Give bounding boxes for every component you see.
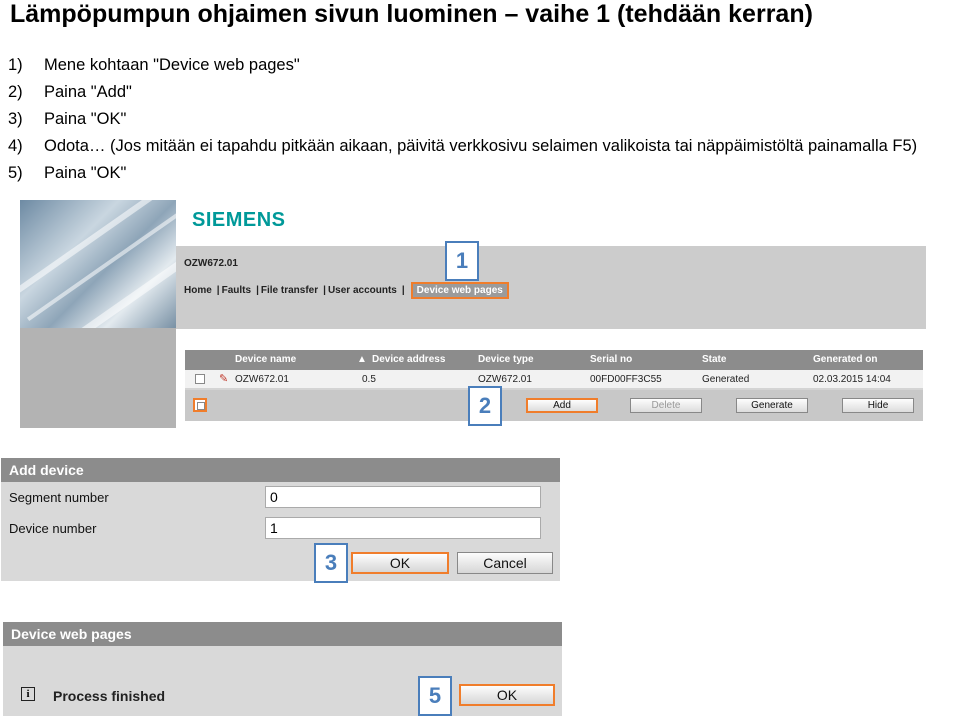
col-device-name[interactable]: Device name xyxy=(235,354,296,365)
nav-separator: | xyxy=(216,285,220,296)
step-item: 4) Odota… (Jos mitään ei tapahdu pitkään … xyxy=(8,133,917,160)
hide-button[interactable]: Hide xyxy=(842,398,914,413)
ok-button[interactable]: OK xyxy=(351,552,449,574)
callout-3: 3 xyxy=(314,543,348,583)
col-device-address[interactable]: Device address xyxy=(372,354,445,365)
header-photo xyxy=(20,200,176,328)
step-item: 2) Paina "Add" xyxy=(8,79,917,106)
nav-home[interactable]: Home xyxy=(184,285,215,299)
device-number-input[interactable] xyxy=(265,517,541,539)
step-text: Paina "Add" xyxy=(44,83,132,101)
panel-title: Device web pages xyxy=(3,622,562,646)
table-toolbar: Add Delete Generate Hide xyxy=(185,390,923,421)
nav-file-transfer[interactable]: File transfer xyxy=(261,285,321,299)
nav-separator: | xyxy=(401,285,405,296)
step-item: 3) Paina "OK" xyxy=(8,106,917,133)
step-number: 1) xyxy=(8,56,23,74)
callout-5: 5 xyxy=(418,676,452,716)
col-generated-on[interactable]: Generated on xyxy=(813,354,877,365)
device-number-label: Device number xyxy=(9,521,97,536)
step-number: 5) xyxy=(8,164,23,182)
generate-button[interactable]: Generate xyxy=(736,398,808,413)
status-message: Process finished xyxy=(53,688,166,704)
cell-serial-no: 00FD00FF3C55 xyxy=(590,374,662,385)
device-title: OZW672.01 xyxy=(184,258,238,269)
nav-faults[interactable]: Faults xyxy=(222,285,254,299)
nav-separator: | xyxy=(323,285,326,296)
delete-button[interactable]: Delete xyxy=(630,398,702,413)
info-icon: i xyxy=(21,687,35,701)
cell-device-type: OZW672.01 xyxy=(478,374,532,385)
pencil-icon[interactable]: ✎ xyxy=(219,372,228,385)
table-header: Device name ▲ Device address Device type… xyxy=(185,350,923,370)
add-button[interactable]: Add xyxy=(526,398,598,413)
step-text: Mene kohtaan "Device web pages" xyxy=(44,56,300,74)
callout-1: 1 xyxy=(445,241,479,281)
cell-generated-on: 02.03.2015 14:04 xyxy=(813,374,891,385)
step-number: 4) xyxy=(8,137,23,155)
step-item: 5) Paina "OK" xyxy=(8,160,917,187)
cancel-button[interactable]: Cancel xyxy=(457,552,553,574)
col-state[interactable]: State xyxy=(702,354,726,365)
cell-state: Generated xyxy=(702,374,750,385)
step-text: Paina "OK" xyxy=(44,110,127,128)
left-panel xyxy=(20,328,176,428)
segment-number-input[interactable] xyxy=(265,486,541,508)
brand-logo: SIEMENS xyxy=(192,209,286,231)
dialog-title: Add device xyxy=(1,458,560,482)
sort-asc-icon[interactable]: ▲ xyxy=(357,354,367,365)
step-text: Odota… (Jos mitään ei tapahdu pitkään ai… xyxy=(44,137,918,155)
table-row[interactable]: ✎ OZW672.01 0.5 OZW672.01 00FD00FF3C55 G… xyxy=(185,370,923,388)
nav-user-accounts[interactable]: User accounts xyxy=(328,285,400,299)
step-text: Paina "OK" xyxy=(44,164,127,182)
step-list: 1) Mene kohtaan "Device web pages" 2) Pain… xyxy=(8,52,917,187)
device-web-pages-panel: Device web pages i Process finished OK xyxy=(3,622,562,716)
device-table: Device name ▲ Device address Device type… xyxy=(185,350,923,421)
step-number: 2) xyxy=(8,83,23,101)
callout-2: 2 xyxy=(468,386,502,426)
main-nav: Home | Faults | File transfer | User acc… xyxy=(184,282,509,299)
step-item: 1) Mene kohtaan "Device web pages" xyxy=(8,52,917,79)
select-all-checkbox[interactable] xyxy=(193,398,207,412)
add-device-dialog: Add device Segment number Device number … xyxy=(1,458,560,581)
row-checkbox[interactable] xyxy=(195,374,205,384)
segment-number-label: Segment number xyxy=(9,490,109,505)
col-serial-no[interactable]: Serial no xyxy=(590,354,632,365)
step-number: 3) xyxy=(8,110,23,128)
page-title: Lämpöpumpun ohjaimen sivun luominen – va… xyxy=(10,0,813,28)
ok-button[interactable]: OK xyxy=(459,684,555,706)
col-device-type[interactable]: Device type xyxy=(478,354,534,365)
nav-device-web-pages[interactable]: Device web pages xyxy=(410,282,509,299)
cell-device-address: 0.5 xyxy=(362,374,376,385)
cell-device-name: OZW672.01 xyxy=(235,374,289,385)
nav-separator: | xyxy=(256,285,259,296)
